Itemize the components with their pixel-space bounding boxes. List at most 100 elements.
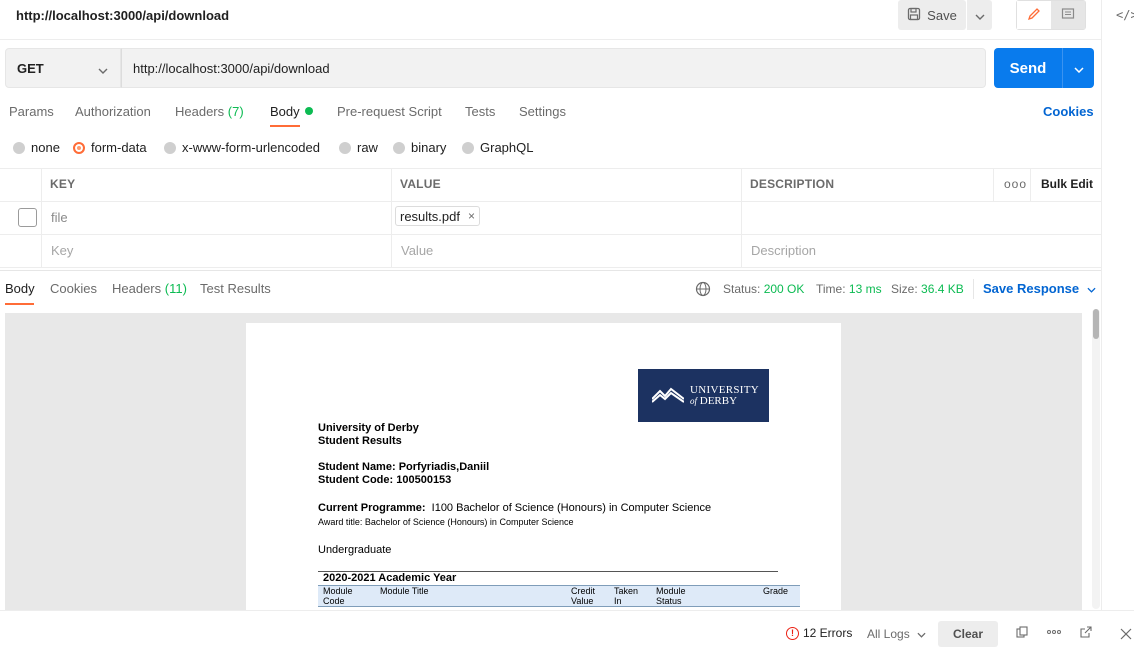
size-value: 36.4 KB <box>921 282 964 296</box>
tab-headers-label: Headers <box>175 104 225 119</box>
tab-prerequest-script[interactable]: Pre-request Script <box>337 104 442 119</box>
response-active-tab-indicator <box>5 303 34 305</box>
scrollbar-track[interactable] <box>1092 309 1100 609</box>
tab-headers-count: (7) <box>227 104 244 119</box>
send-button[interactable]: Send <box>994 48 1062 88</box>
pdf-col-label: Credit <box>571 586 596 596</box>
pdf-col-grade: Grade <box>763 586 789 596</box>
radio-none-label: none <box>31 140 60 155</box>
radio-graphql-label: GraphQL <box>480 140 534 155</box>
response-tab-headers[interactable]: Headers (11) <box>112 281 187 296</box>
radio-raw[interactable]: raw <box>339 140 378 155</box>
errors-indicator[interactable]: ! 12 Errors <box>786 626 852 640</box>
comments-button[interactable] <box>1051 1 1085 29</box>
pdf-student-code: Student Code: 100500153 <box>318 474 451 486</box>
more-options-icon[interactable]: ooo <box>1004 177 1027 191</box>
pdf-student-name-label: Student Name: <box>318 461 396 473</box>
save-response-button[interactable]: Save Response <box>983 281 1096 296</box>
radio-raw-label: raw <box>357 140 378 155</box>
radio-urlencoded[interactable]: x-www-form-urlencoded <box>164 140 320 155</box>
chevron-down-icon <box>98 62 108 77</box>
send-options-dropdown[interactable] <box>1062 48 1094 88</box>
column-header-description: DESCRIPTION <box>750 177 835 191</box>
pdf-col-taken-in: Taken In <box>614 586 638 606</box>
radio-none[interactable]: none <box>13 140 60 155</box>
tab-body-label: Body <box>270 104 300 119</box>
divider <box>973 279 974 299</box>
pdf-doc-title: Student Results <box>318 435 402 447</box>
row-enable-checkbox[interactable] <box>18 208 37 227</box>
table-border <box>0 168 1101 169</box>
code-snippet-icon[interactable]: </> <box>1116 8 1134 22</box>
open-external-icon[interactable] <box>1080 626 1092 641</box>
mountain-icon <box>651 385 685 406</box>
radio-circle <box>164 141 176 154</box>
radio-circle <box>393 141 405 154</box>
scrollbar-thumb[interactable] <box>1093 309 1099 339</box>
url-input[interactable] <box>121 48 986 88</box>
table-border <box>1030 168 1031 201</box>
status-label: Status: <box>723 282 761 296</box>
globe-icon[interactable] <box>695 281 711 300</box>
column-header-value: VALUE <box>400 177 441 191</box>
response-divider[interactable] <box>0 270 1101 271</box>
chevron-down-icon <box>1087 281 1096 296</box>
pdf-col-label: Value <box>571 596 594 606</box>
pencil-icon <box>1027 7 1041 24</box>
pdf-col-credit-value: Credit Value <box>571 586 595 606</box>
radio-form-data[interactable]: form-data <box>73 140 147 155</box>
remove-file-icon[interactable]: × <box>468 209 475 223</box>
pdf-student-name-value: Porfyriadis,Daniil <box>398 461 490 473</box>
edit-mode-button[interactable] <box>1017 1 1051 29</box>
file-chip[interactable]: results.pdf × <box>395 206 480 226</box>
save-button[interactable]: Save <box>898 0 966 30</box>
close-icon[interactable] <box>1120 628 1132 643</box>
new-description-input[interactable]: Description <box>751 243 816 258</box>
cookies-link[interactable]: Cookies <box>1043 104 1094 119</box>
radio-form-data-label: form-data <box>91 140 147 155</box>
pdf-award-label: Award title: <box>318 517 363 527</box>
new-key-input[interactable]: Key <box>51 243 73 258</box>
response-tab-body[interactable]: Body <box>5 281 35 296</box>
tab-authorization[interactable]: Authorization <box>75 104 151 119</box>
radio-binary[interactable]: binary <box>393 140 446 155</box>
time-value: 13 ms <box>848 282 882 296</box>
pdf-student-name: Student Name: Porfyriadis,Daniil <box>318 461 489 473</box>
response-tab-test-results[interactable]: Test Results <box>200 281 271 296</box>
radio-urlencoded-label: x-www-form-urlencoded <box>182 140 320 155</box>
param-description-cell[interactable] <box>742 202 1101 234</box>
pdf-org-name: University of Derby <box>318 422 419 434</box>
new-value-input[interactable]: Value <box>401 243 433 258</box>
error-icon: ! <box>786 626 799 640</box>
pdf-level: Undergraduate <box>318 544 392 556</box>
more-options-icon[interactable] <box>1046 626 1062 641</box>
active-tab-indicator <box>270 125 300 127</box>
comment-icon <box>1061 7 1075 24</box>
bulk-edit-button[interactable]: Bulk Edit <box>1041 177 1093 191</box>
param-key-cell[interactable]: file <box>51 210 68 225</box>
clear-console-button[interactable]: Clear <box>938 621 998 647</box>
pdf-award-value: Bachelor of Science (Honours) in Compute… <box>364 517 574 527</box>
response-tab-cookies[interactable]: Cookies <box>50 281 97 296</box>
copy-icon[interactable] <box>1016 626 1028 641</box>
chevron-down-icon <box>917 627 926 641</box>
save-options-dropdown[interactable] <box>966 0 992 30</box>
request-title[interactable]: http://localhost:3000/api/download <box>16 8 229 23</box>
tab-params[interactable]: Params <box>9 104 54 119</box>
tab-settings[interactable]: Settings <box>519 104 566 119</box>
radio-graphql[interactable]: GraphQL <box>462 140 533 155</box>
tab-headers[interactable]: Headers (7) <box>175 104 244 119</box>
status-value: 200 OK <box>763 282 805 296</box>
logo-text-line2: of DERBY <box>690 394 759 407</box>
pdf-col-label: Taken <box>614 586 639 596</box>
save-label: Save <box>927 7 957 23</box>
logo-text-derby: DERBY <box>699 394 738 407</box>
log-level-select[interactable]: All Logs <box>867 627 926 641</box>
tab-body[interactable]: Body <box>270 104 313 119</box>
tab-tests[interactable]: Tests <box>465 104 495 119</box>
response-status: Status: 200 OK <box>723 282 804 296</box>
pdf-student-code-value: 100500153 <box>396 474 452 486</box>
response-tab-headers-count: (11) <box>164 281 187 296</box>
radio-circle <box>462 141 474 154</box>
method-select[interactable]: GET <box>5 48 121 88</box>
